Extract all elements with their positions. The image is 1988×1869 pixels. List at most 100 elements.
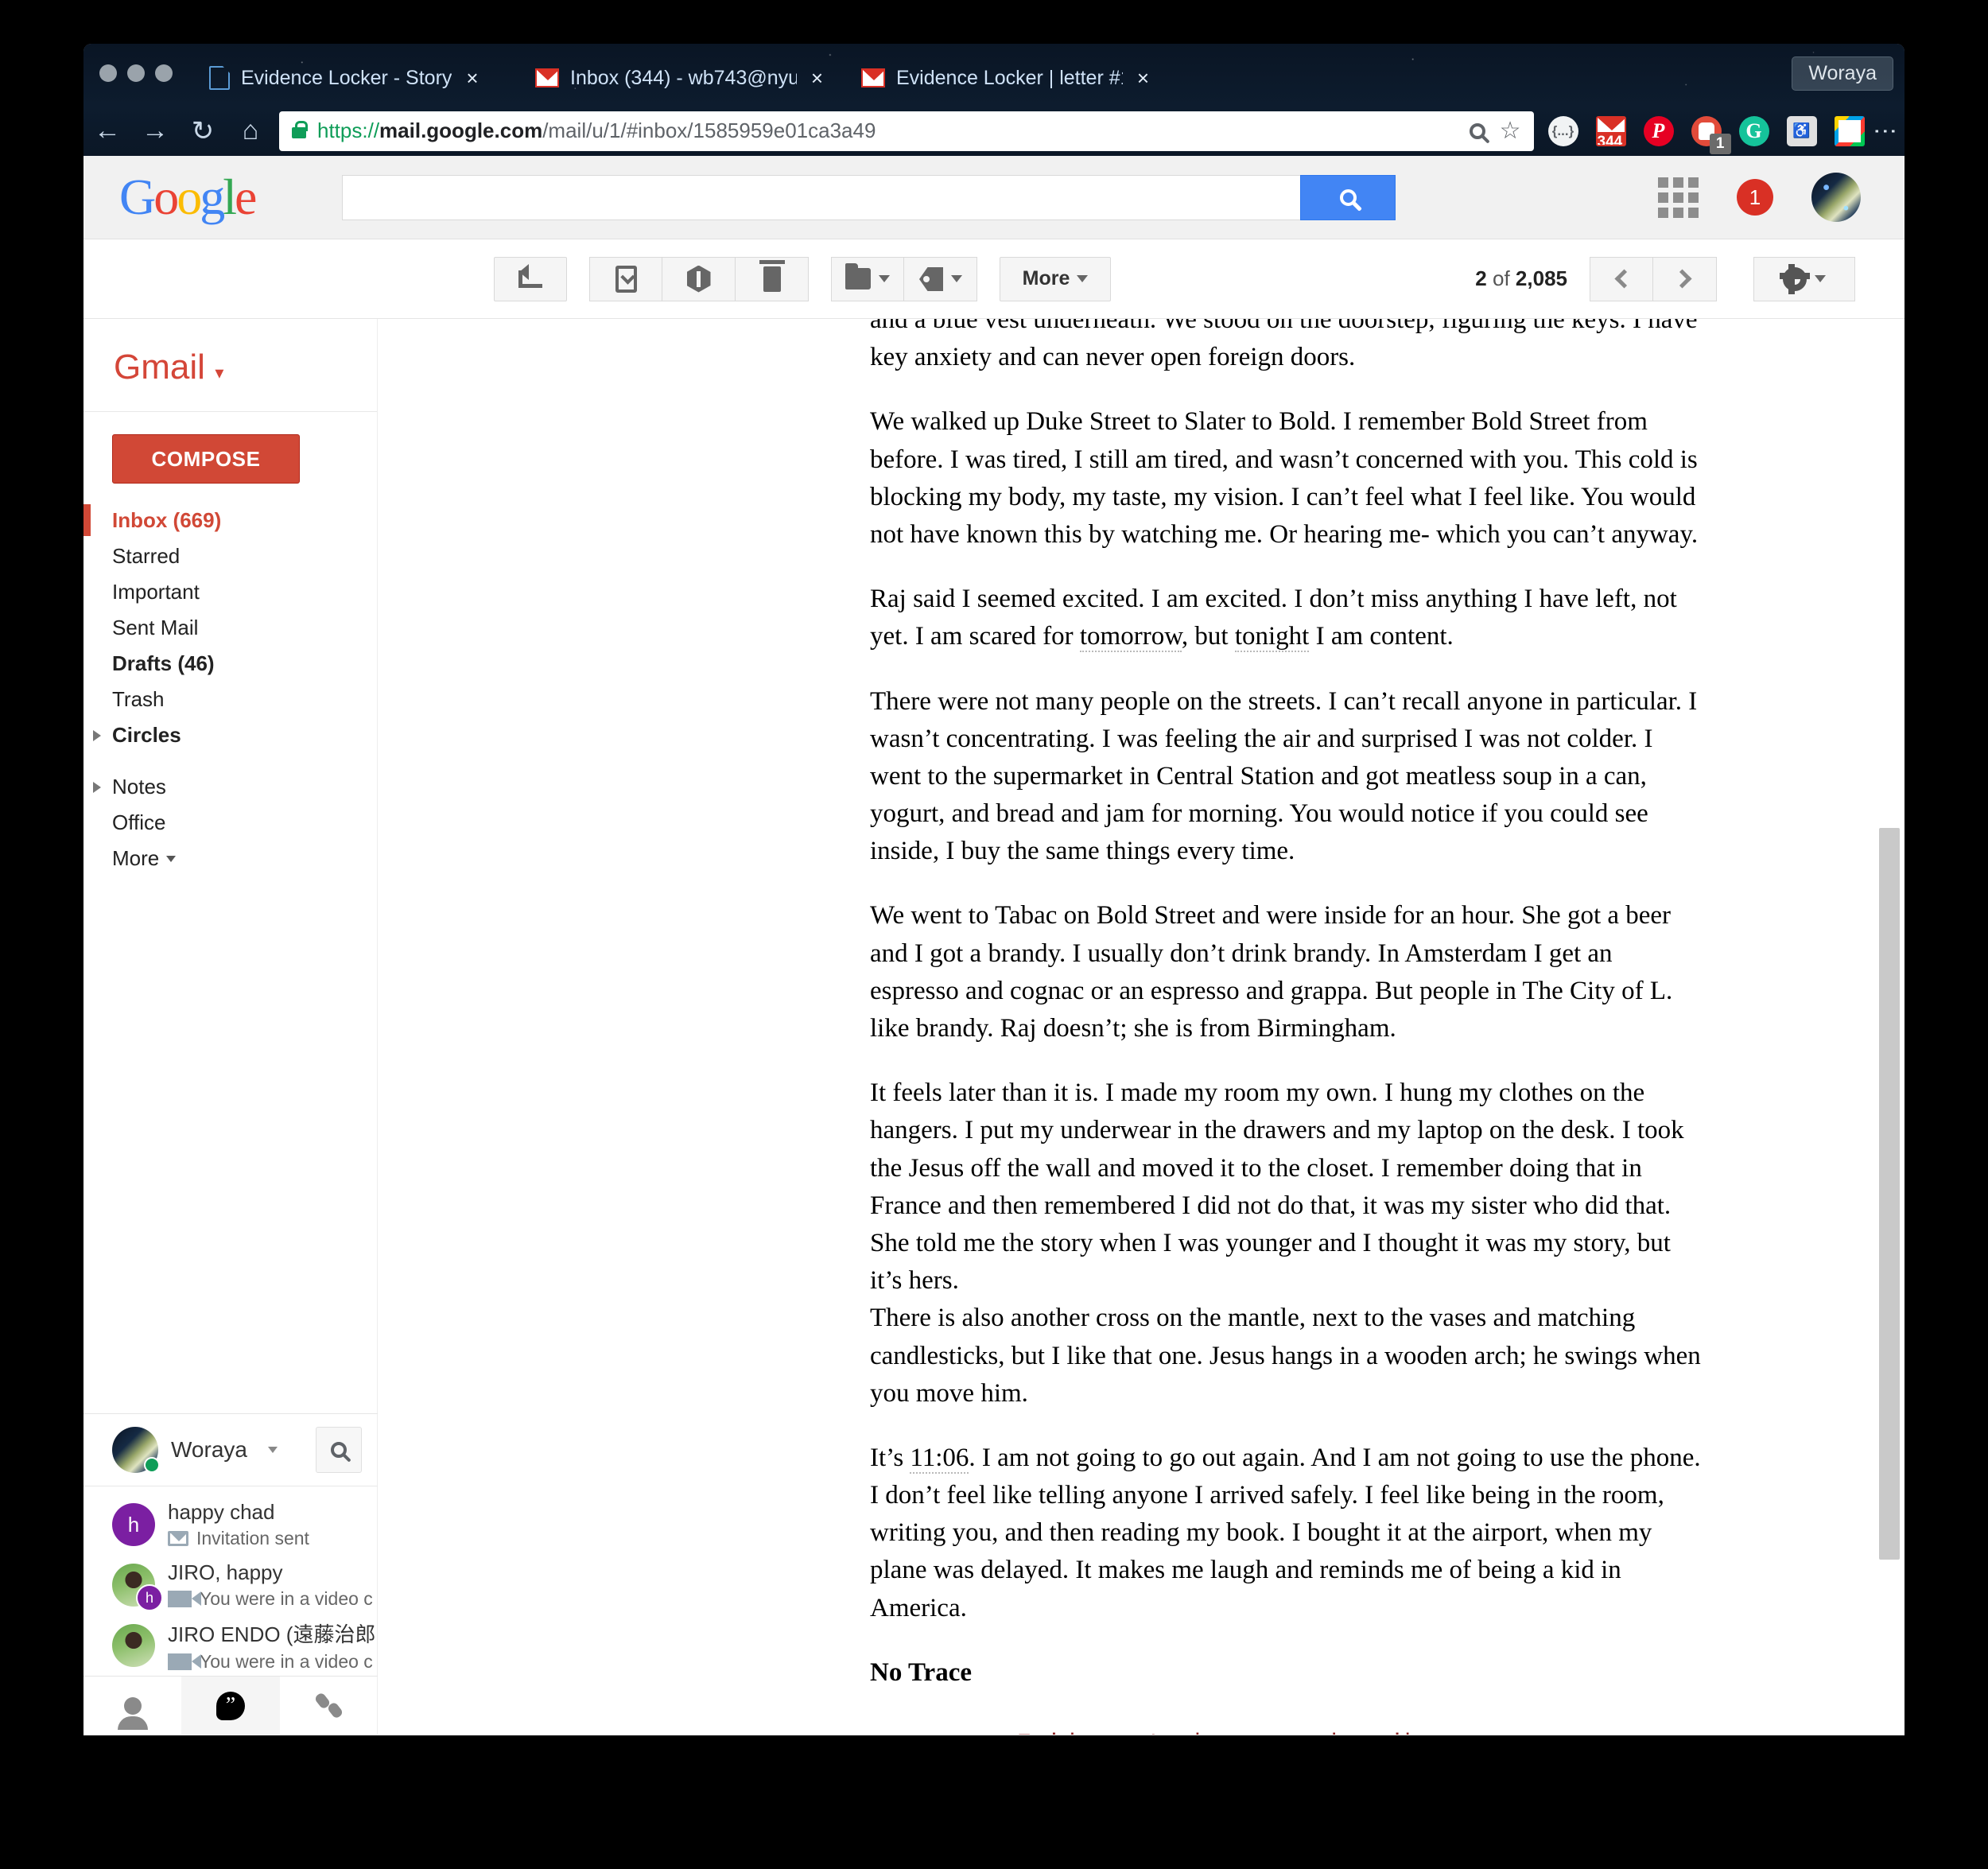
browser-tab-1[interactable]: Evidence Locker - Story × bbox=[195, 55, 505, 101]
sidebar-item-more[interactable]: More bbox=[83, 841, 377, 876]
chevron-down-icon: ▾ bbox=[215, 363, 224, 383]
zoom-in-icon[interactable] bbox=[1469, 122, 1485, 139]
gmail-icon bbox=[861, 68, 885, 87]
grammarly-extension-icon[interactable]: G bbox=[1738, 115, 1769, 146]
reading-pane-scrollbar[interactable] bbox=[1879, 828, 1900, 1560]
email-paragraph: It’s 11:06. I am not going to go out aga… bbox=[870, 1443, 1701, 1622]
sidebar-item-trash[interactable]: Trash bbox=[83, 682, 377, 717]
sidebar-item-important[interactable]: Important bbox=[83, 574, 377, 610]
sidebar-item-circles[interactable]: Circles bbox=[83, 717, 377, 753]
sidebar-item-label: Drafts (46) bbox=[112, 651, 215, 675]
organize-group bbox=[831, 256, 977, 301]
email-reading-pane: and a blue vest underneath. We stood on … bbox=[378, 319, 1905, 1735]
sidebar-item-label: Circles bbox=[112, 723, 181, 747]
hangouts-account-row[interactable]: Woraya bbox=[83, 1413, 378, 1486]
close-tab-icon[interactable]: × bbox=[466, 66, 478, 91]
list-item[interactable]: JIRO ENDO (遠藤治郎 You were in a video c bbox=[83, 1615, 378, 1676]
contact-name: JIRO ENDO (遠藤治郎 bbox=[168, 1622, 376, 1646]
expand-triangle-icon[interactable] bbox=[93, 729, 101, 741]
gmail-header-actions: 1 bbox=[1658, 173, 1905, 222]
sidebar-item-label: Office bbox=[112, 810, 166, 834]
google-logo: Google bbox=[119, 169, 257, 225]
delete-button[interactable] bbox=[736, 256, 809, 301]
browser-tab-3[interactable]: Evidence Locker | letter #1 - b × bbox=[847, 55, 1157, 101]
chevron-down-icon bbox=[166, 855, 177, 862]
maximize-window-button[interactable] bbox=[155, 64, 173, 82]
close-tab-icon[interactable]: × bbox=[811, 66, 823, 91]
email-paragraph: It feels later than it is. I made my roo… bbox=[870, 1078, 1684, 1296]
sidebar-item-drafts[interactable]: Drafts (46) bbox=[83, 646, 377, 682]
search-button[interactable] bbox=[1300, 174, 1396, 220]
color-file-extension-icon[interactable] bbox=[1834, 115, 1865, 146]
back-to-inbox-group bbox=[494, 256, 567, 301]
gmail-body: Gmail ▾ COMPOSE Inbox (669) Starred Impo… bbox=[83, 319, 1905, 1735]
avatar[interactable] bbox=[1811, 173, 1861, 222]
unsubscribe-link[interactable]: unsubscribe bbox=[1272, 1731, 1435, 1735]
bookmark-star-icon[interactable]: ☆ bbox=[1500, 117, 1521, 145]
home-icon[interactable]: ⌂ bbox=[227, 115, 274, 146]
sidebar-item-starred[interactable]: Starred bbox=[83, 538, 377, 574]
sidebar-item-label: Trash bbox=[112, 687, 165, 711]
more-button[interactable]: More bbox=[1000, 256, 1111, 301]
adblock-count-badge: 1 bbox=[1709, 133, 1731, 154]
sidebar-item-sent-mail[interactable]: Sent Mail bbox=[83, 610, 377, 646]
chevron-down-icon[interactable] bbox=[267, 1447, 278, 1453]
gmail-checker-extension-icon[interactable]: 344 bbox=[1595, 115, 1626, 146]
email-paragraph: We walked up Duke Street to Slater to Bo… bbox=[870, 407, 1699, 549]
pinterest-extension-icon[interactable]: P bbox=[1643, 115, 1674, 146]
back-to-inbox-button[interactable] bbox=[494, 256, 567, 301]
search-input[interactable] bbox=[342, 174, 1301, 220]
extension-toolbar: {...} 344 P 1 G ♿ bbox=[1542, 115, 1876, 154]
sidebar-item-inbox[interactable]: Inbox (669) bbox=[83, 503, 377, 538]
reply-arrow-icon bbox=[518, 263, 542, 288]
labels-button[interactable] bbox=[904, 256, 977, 301]
browser-tab-2[interactable]: Inbox (344) - wb743@nyu.edu × bbox=[521, 55, 831, 101]
sidebar-item-office[interactable]: Office bbox=[83, 805, 377, 841]
expand-triangle-icon[interactable] bbox=[93, 781, 101, 793]
hangouts-panel: Woraya h happy chad Invitation sent h JI… bbox=[83, 1413, 378, 1735]
hangouts-icon: ” bbox=[215, 1691, 245, 1720]
settings-button[interactable] bbox=[1753, 256, 1855, 301]
gmail-brand[interactable]: Gmail ▾ bbox=[83, 319, 377, 411]
forward-icon[interactable]: → bbox=[131, 115, 179, 146]
contacts-tab[interactable] bbox=[83, 1677, 181, 1735]
report-spam-button[interactable] bbox=[662, 256, 736, 301]
back-icon[interactable]: ← bbox=[83, 115, 131, 146]
secondary-avatar: h bbox=[136, 1584, 163, 1611]
url-scheme: https:// bbox=[317, 119, 380, 142]
phone-tab[interactable] bbox=[280, 1677, 378, 1735]
avatar[interactable] bbox=[112, 1427, 160, 1473]
archive-button[interactable] bbox=[589, 256, 662, 301]
list-item[interactable]: h JIRO, happy You were in a video c bbox=[83, 1555, 378, 1615]
divider bbox=[83, 411, 377, 412]
gray-extension-icon[interactable]: ♿ bbox=[1786, 115, 1817, 146]
minimize-window-button[interactable] bbox=[127, 64, 145, 82]
search-icon bbox=[1339, 188, 1357, 206]
url-path: /mail/u/1/#inbox/1585959e01ca3a49 bbox=[542, 119, 876, 142]
email-paragraph: and a blue vest underneath. We stood on … bbox=[870, 319, 1698, 372]
compose-button[interactable]: COMPOSE bbox=[112, 434, 300, 484]
contact-name: happy chad bbox=[168, 1500, 275, 1524]
move-to-button[interactable] bbox=[831, 256, 904, 301]
gmail-icon bbox=[535, 68, 559, 87]
notification-badge[interactable]: 1 bbox=[1737, 179, 1773, 216]
address-bar[interactable]: https://mail.google.com/mail/u/1/#inbox/… bbox=[279, 111, 1534, 151]
browser-profile-chip[interactable]: Woraya bbox=[1792, 56, 1893, 91]
access-evidence-locker-link[interactable]: access my Evidence Locker bbox=[870, 1731, 1238, 1735]
json-viewer-extension-icon[interactable]: {...} bbox=[1547, 115, 1578, 146]
video-icon bbox=[168, 1653, 201, 1670]
apps-grid-icon[interactable] bbox=[1658, 177, 1699, 218]
conversations-tab[interactable]: ” bbox=[181, 1677, 280, 1735]
next-message-button[interactable] bbox=[1653, 256, 1717, 301]
close-tab-icon[interactable]: × bbox=[1137, 66, 1149, 91]
close-window-button[interactable] bbox=[99, 64, 117, 82]
search-bar bbox=[342, 174, 1396, 220]
email-message-body: and a blue vest underneath. We stood on … bbox=[870, 319, 1705, 1735]
browser-menu-icon[interactable]: ⋮ bbox=[1872, 119, 1905, 143]
list-item[interactable]: h happy chad Invitation sent bbox=[83, 1494, 378, 1555]
previous-message-button[interactable] bbox=[1590, 256, 1653, 301]
reload-icon[interactable]: ↻ bbox=[179, 115, 227, 147]
adblock-extension-icon[interactable]: 1 bbox=[1691, 115, 1731, 154]
sidebar-item-notes[interactable]: Notes bbox=[83, 769, 377, 805]
hangouts-search-button[interactable] bbox=[316, 1427, 362, 1473]
